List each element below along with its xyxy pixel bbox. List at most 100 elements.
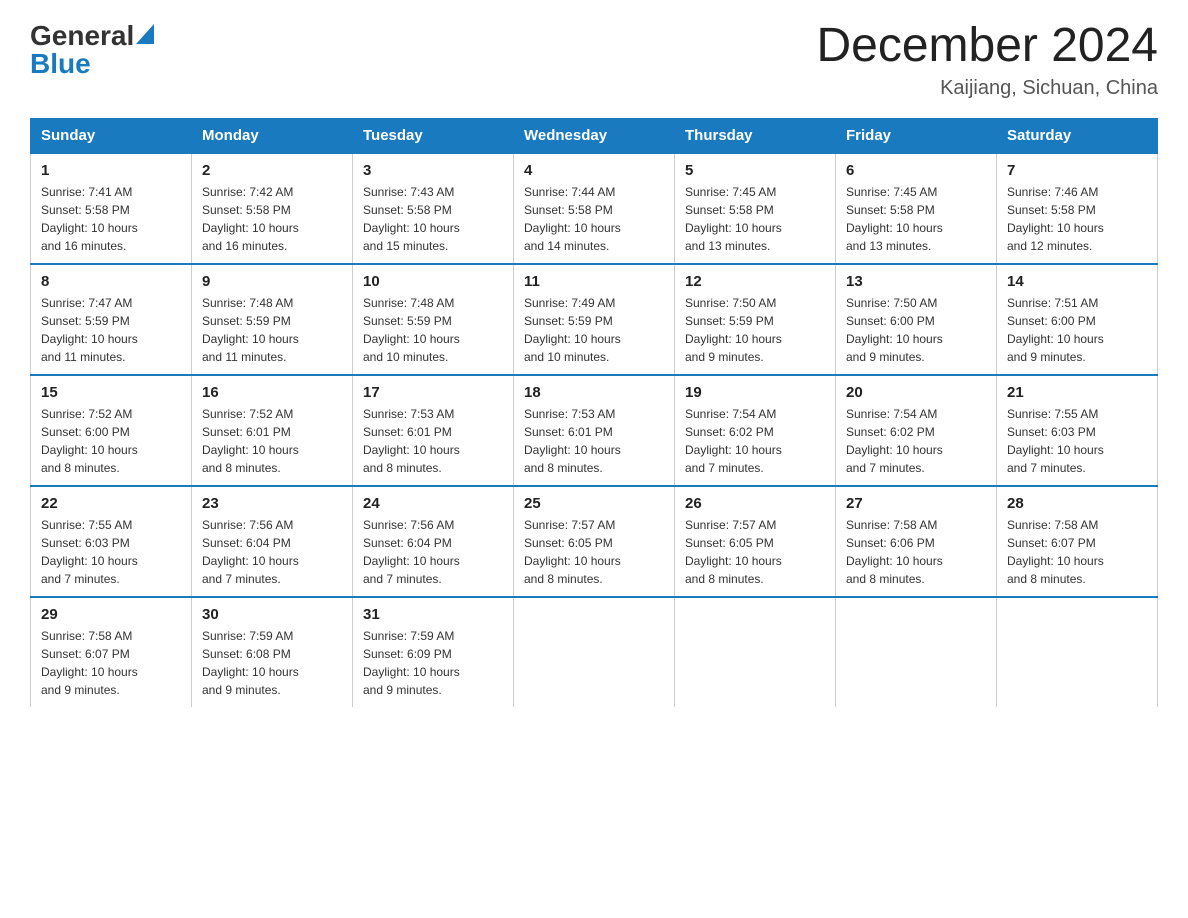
weekday-header-thursday: Thursday <box>675 118 836 153</box>
day-number: 10 <box>363 273 503 290</box>
day-info: Sunrise: 7:53 AM Sunset: 6:01 PM Dayligh… <box>524 405 664 477</box>
weekday-header-tuesday: Tuesday <box>353 118 514 153</box>
weekday-header-friday: Friday <box>836 118 997 153</box>
day-info: Sunrise: 7:48 AM Sunset: 5:59 PM Dayligh… <box>202 294 342 366</box>
day-info: Sunrise: 7:54 AM Sunset: 6:02 PM Dayligh… <box>685 405 825 477</box>
day-number: 7 <box>1007 162 1147 179</box>
title-block: December 2024 Kaijiang, Sichuan, China <box>816 20 1158 100</box>
day-info: Sunrise: 7:56 AM Sunset: 6:04 PM Dayligh… <box>202 516 342 588</box>
day-number: 26 <box>685 495 825 512</box>
day-info: Sunrise: 7:52 AM Sunset: 6:01 PM Dayligh… <box>202 405 342 477</box>
day-number: 25 <box>524 495 664 512</box>
calendar-cell: 28 Sunrise: 7:58 AM Sunset: 6:07 PM Dayl… <box>997 486 1158 597</box>
day-info: Sunrise: 7:53 AM Sunset: 6:01 PM Dayligh… <box>363 405 503 477</box>
calendar-week-4: 22 Sunrise: 7:55 AM Sunset: 6:03 PM Dayl… <box>31 486 1158 597</box>
day-number: 2 <box>202 162 342 179</box>
weekday-header-monday: Monday <box>192 118 353 153</box>
calendar-cell: 3 Sunrise: 7:43 AM Sunset: 5:58 PM Dayli… <box>353 153 514 264</box>
day-info: Sunrise: 7:46 AM Sunset: 5:58 PM Dayligh… <box>1007 183 1147 255</box>
day-info: Sunrise: 7:45 AM Sunset: 5:58 PM Dayligh… <box>685 183 825 255</box>
day-number: 30 <box>202 606 342 623</box>
day-info: Sunrise: 7:58 AM Sunset: 6:06 PM Dayligh… <box>846 516 986 588</box>
day-info: Sunrise: 7:55 AM Sunset: 6:03 PM Dayligh… <box>1007 405 1147 477</box>
day-number: 9 <box>202 273 342 290</box>
logo-triangle-icon <box>136 24 154 49</box>
day-number: 1 <box>41 162 181 179</box>
calendar-cell <box>836 597 997 707</box>
weekday-header-saturday: Saturday <box>997 118 1158 153</box>
calendar-cell: 27 Sunrise: 7:58 AM Sunset: 6:06 PM Dayl… <box>836 486 997 597</box>
calendar-cell: 26 Sunrise: 7:57 AM Sunset: 6:05 PM Dayl… <box>675 486 836 597</box>
calendar-week-2: 8 Sunrise: 7:47 AM Sunset: 5:59 PM Dayli… <box>31 264 1158 375</box>
calendar-cell: 5 Sunrise: 7:45 AM Sunset: 5:58 PM Dayli… <box>675 153 836 264</box>
calendar-table: SundayMondayTuesdayWednesdayThursdayFrid… <box>30 118 1158 707</box>
day-number: 4 <box>524 162 664 179</box>
day-info: Sunrise: 7:58 AM Sunset: 6:07 PM Dayligh… <box>1007 516 1147 588</box>
weekday-header-sunday: Sunday <box>31 118 192 153</box>
calendar-cell: 1 Sunrise: 7:41 AM Sunset: 5:58 PM Dayli… <box>31 153 192 264</box>
day-info: Sunrise: 7:59 AM Sunset: 6:08 PM Dayligh… <box>202 627 342 699</box>
calendar-cell: 20 Sunrise: 7:54 AM Sunset: 6:02 PM Dayl… <box>836 375 997 486</box>
logo-blue-text: Blue <box>30 48 91 80</box>
calendar-cell: 23 Sunrise: 7:56 AM Sunset: 6:04 PM Dayl… <box>192 486 353 597</box>
calendar-cell <box>514 597 675 707</box>
day-info: Sunrise: 7:44 AM Sunset: 5:58 PM Dayligh… <box>524 183 664 255</box>
calendar-week-5: 29 Sunrise: 7:58 AM Sunset: 6:07 PM Dayl… <box>31 597 1158 707</box>
day-number: 18 <box>524 384 664 401</box>
calendar-header-row: SundayMondayTuesdayWednesdayThursdayFrid… <box>31 118 1158 153</box>
calendar-cell: 25 Sunrise: 7:57 AM Sunset: 6:05 PM Dayl… <box>514 486 675 597</box>
calendar-cell: 6 Sunrise: 7:45 AM Sunset: 5:58 PM Dayli… <box>836 153 997 264</box>
location-subtitle: Kaijiang, Sichuan, China <box>816 77 1158 100</box>
day-number: 22 <box>41 495 181 512</box>
page-header: General Blue December 2024 Kaijiang, Sic… <box>30 20 1158 100</box>
day-info: Sunrise: 7:42 AM Sunset: 5:58 PM Dayligh… <box>202 183 342 255</box>
calendar-cell: 24 Sunrise: 7:56 AM Sunset: 6:04 PM Dayl… <box>353 486 514 597</box>
calendar-cell: 4 Sunrise: 7:44 AM Sunset: 5:58 PM Dayli… <box>514 153 675 264</box>
calendar-cell: 17 Sunrise: 7:53 AM Sunset: 6:01 PM Dayl… <box>353 375 514 486</box>
day-info: Sunrise: 7:51 AM Sunset: 6:00 PM Dayligh… <box>1007 294 1147 366</box>
day-info: Sunrise: 7:48 AM Sunset: 5:59 PM Dayligh… <box>363 294 503 366</box>
weekday-header-wednesday: Wednesday <box>514 118 675 153</box>
calendar-cell: 31 Sunrise: 7:59 AM Sunset: 6:09 PM Dayl… <box>353 597 514 707</box>
calendar-cell: 29 Sunrise: 7:58 AM Sunset: 6:07 PM Dayl… <box>31 597 192 707</box>
day-info: Sunrise: 7:57 AM Sunset: 6:05 PM Dayligh… <box>685 516 825 588</box>
day-info: Sunrise: 7:47 AM Sunset: 5:59 PM Dayligh… <box>41 294 181 366</box>
calendar-cell: 14 Sunrise: 7:51 AM Sunset: 6:00 PM Dayl… <box>997 264 1158 375</box>
day-number: 21 <box>1007 384 1147 401</box>
day-number: 28 <box>1007 495 1147 512</box>
day-info: Sunrise: 7:58 AM Sunset: 6:07 PM Dayligh… <box>41 627 181 699</box>
day-number: 11 <box>524 273 664 290</box>
calendar-cell: 7 Sunrise: 7:46 AM Sunset: 5:58 PM Dayli… <box>997 153 1158 264</box>
day-number: 27 <box>846 495 986 512</box>
day-number: 24 <box>363 495 503 512</box>
day-number: 29 <box>41 606 181 623</box>
day-info: Sunrise: 7:45 AM Sunset: 5:58 PM Dayligh… <box>846 183 986 255</box>
day-info: Sunrise: 7:50 AM Sunset: 6:00 PM Dayligh… <box>846 294 986 366</box>
calendar-cell <box>675 597 836 707</box>
day-info: Sunrise: 7:59 AM Sunset: 6:09 PM Dayligh… <box>363 627 503 699</box>
calendar-cell: 19 Sunrise: 7:54 AM Sunset: 6:02 PM Dayl… <box>675 375 836 486</box>
calendar-cell: 15 Sunrise: 7:52 AM Sunset: 6:00 PM Dayl… <box>31 375 192 486</box>
day-info: Sunrise: 7:41 AM Sunset: 5:58 PM Dayligh… <box>41 183 181 255</box>
day-info: Sunrise: 7:56 AM Sunset: 6:04 PM Dayligh… <box>363 516 503 588</box>
day-info: Sunrise: 7:57 AM Sunset: 6:05 PM Dayligh… <box>524 516 664 588</box>
day-number: 3 <box>363 162 503 179</box>
day-number: 12 <box>685 273 825 290</box>
calendar-cell: 16 Sunrise: 7:52 AM Sunset: 6:01 PM Dayl… <box>192 375 353 486</box>
logo: General Blue <box>30 20 154 80</box>
calendar-cell: 10 Sunrise: 7:48 AM Sunset: 5:59 PM Dayl… <box>353 264 514 375</box>
day-info: Sunrise: 7:55 AM Sunset: 6:03 PM Dayligh… <box>41 516 181 588</box>
day-number: 17 <box>363 384 503 401</box>
day-number: 20 <box>846 384 986 401</box>
day-number: 14 <box>1007 273 1147 290</box>
day-number: 16 <box>202 384 342 401</box>
calendar-cell: 12 Sunrise: 7:50 AM Sunset: 5:59 PM Dayl… <box>675 264 836 375</box>
calendar-week-1: 1 Sunrise: 7:41 AM Sunset: 5:58 PM Dayli… <box>31 153 1158 264</box>
calendar-cell: 30 Sunrise: 7:59 AM Sunset: 6:08 PM Dayl… <box>192 597 353 707</box>
day-number: 8 <box>41 273 181 290</box>
calendar-week-3: 15 Sunrise: 7:52 AM Sunset: 6:00 PM Dayl… <box>31 375 1158 486</box>
calendar-cell: 9 Sunrise: 7:48 AM Sunset: 5:59 PM Dayli… <box>192 264 353 375</box>
calendar-cell: 13 Sunrise: 7:50 AM Sunset: 6:00 PM Dayl… <box>836 264 997 375</box>
day-number: 6 <box>846 162 986 179</box>
calendar-cell <box>997 597 1158 707</box>
